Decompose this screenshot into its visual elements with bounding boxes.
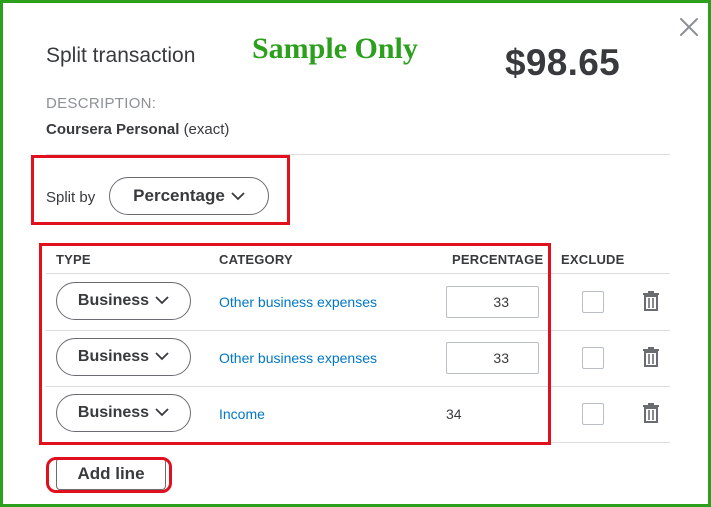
trash-icon[interactable]: [641, 402, 661, 424]
chevron-down-icon: [155, 404, 169, 422]
chevron-down-icon: [155, 348, 169, 366]
category-link[interactable]: Other business expenses: [219, 350, 377, 366]
divider: [46, 154, 670, 155]
row-divider: [46, 442, 670, 443]
row-divider: [46, 330, 670, 331]
chevron-down-icon: [231, 186, 245, 206]
type-value: Business: [77, 404, 150, 421]
dialog-title: Split transaction: [46, 44, 196, 67]
row-divider: [46, 386, 670, 387]
type-value: Business: [77, 292, 150, 309]
type-dropdown[interactable]: Business: [56, 338, 191, 376]
header-type: TYPE: [56, 252, 91, 267]
split-by-label: Split by: [46, 189, 96, 206]
exclude-checkbox[interactable]: [582, 403, 604, 425]
exclude-checkbox[interactable]: [582, 347, 604, 369]
trash-icon[interactable]: [641, 346, 661, 368]
split-by-value: Percentage: [133, 186, 225, 205]
type-value: Business: [77, 348, 150, 365]
description-value: Coursera Personal (exact): [46, 121, 229, 138]
table-header-divider: [46, 273, 670, 274]
trash-icon[interactable]: [641, 290, 661, 312]
percentage-value: 34: [446, 406, 462, 422]
description-match: (exact): [183, 121, 230, 138]
type-dropdown[interactable]: Business: [56, 394, 191, 432]
description-name: Coursera Personal: [46, 121, 180, 138]
add-line-button[interactable]: Add line: [56, 458, 166, 490]
exclude-checkbox[interactable]: [582, 291, 604, 313]
type-dropdown[interactable]: Business: [56, 282, 191, 320]
category-link[interactable]: Other business expenses: [219, 294, 377, 310]
close-icon[interactable]: [678, 16, 700, 38]
header-exclude: EXCLUDE: [561, 252, 625, 267]
header-category: CATEGORY: [219, 252, 293, 267]
transaction-amount: $98.65: [505, 42, 620, 83]
split-by-dropdown[interactable]: Percentage: [109, 177, 269, 215]
sample-watermark: Sample Only: [252, 32, 418, 65]
header-percentage: PERCENTAGE: [452, 252, 544, 267]
percentage-input[interactable]: [446, 286, 539, 318]
description-label: DESCRIPTION:: [46, 95, 157, 112]
chevron-down-icon: [155, 292, 169, 310]
percentage-input[interactable]: [446, 342, 539, 374]
category-link[interactable]: Income: [219, 406, 265, 422]
